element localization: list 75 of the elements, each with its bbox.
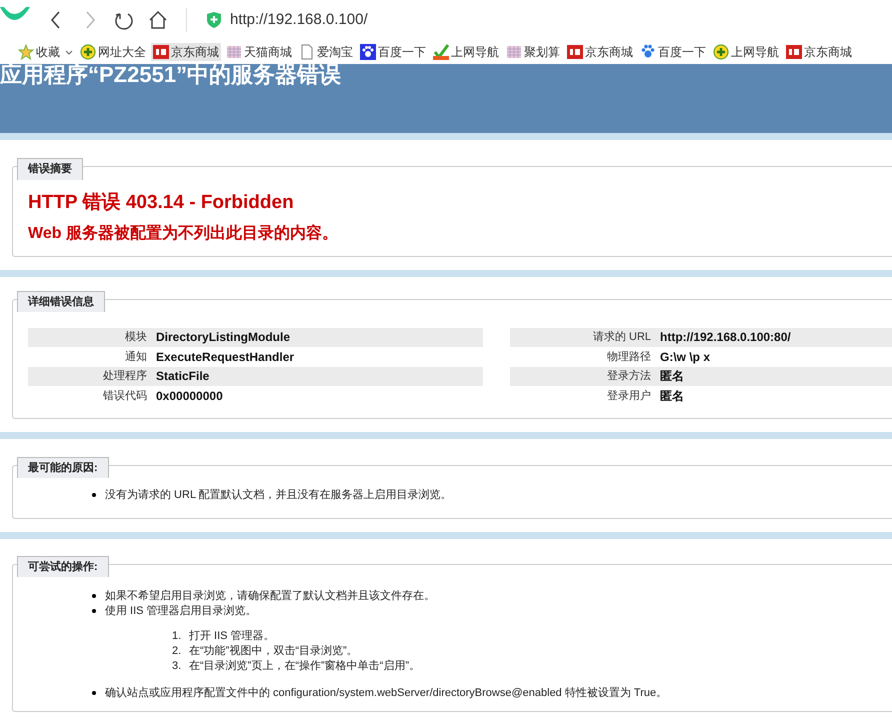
bookmark-link[interactable]: 收藏 xyxy=(16,43,75,61)
error-heading: HTTP 错误 403.14 - Forbidden xyxy=(28,191,295,215)
bookmark-link[interactable]: 爱淘宝 xyxy=(297,43,355,61)
section-legend: 最可能的原因: xyxy=(17,456,109,478)
cause-text: 没有为请求的 URL 配置默认文档，并且没有在服务器上启用目录浏览。 xyxy=(105,488,452,502)
grid-icon xyxy=(506,44,522,60)
bookmark-label: 京东商城 xyxy=(804,44,852,61)
step-number: 2. xyxy=(172,644,182,658)
page-icon xyxy=(299,44,315,60)
step-number: 1. xyxy=(172,628,182,644)
bullet-icon xyxy=(92,594,96,598)
bookmark-link[interactable]: 天猫商城 xyxy=(224,43,294,61)
section-legend: 错误摘要 xyxy=(17,158,83,180)
plus-circle-icon xyxy=(713,44,729,60)
detail-label: 通知 xyxy=(124,350,148,364)
bullet-icon xyxy=(92,609,96,613)
paw-icon xyxy=(360,44,376,60)
step-text: 在“功能”视图中，双击“目录浏览”。 xyxy=(189,644,358,658)
action-text: 确认站点或应用程序配置文件中的 configuration/system.webServer/directoryBrowse@enabled 特性被设置为 True。 xyxy=(105,686,668,700)
bookmark-label: 网址大全 xyxy=(98,44,146,61)
bookmark-label: 爱淘宝 xyxy=(317,44,353,61)
home-icon[interactable] xyxy=(148,10,168,30)
bookmark-label: 上网导航 xyxy=(731,44,779,61)
bookmark-label: 聚划算 xyxy=(524,44,560,61)
detail-value: 匿名 xyxy=(660,388,684,405)
bookmark-label: 上网导航 xyxy=(451,44,499,61)
bookmark-link[interactable]: 上网导航 xyxy=(711,43,781,61)
bookmark-link[interactable]: 京东商城 xyxy=(565,43,635,61)
bookmark-link[interactable]: 网址大全 xyxy=(78,43,148,61)
detail-label: 物理路径 xyxy=(606,350,652,364)
bookmark-link[interactable]: 聚划算 xyxy=(504,43,562,61)
caret-icon xyxy=(65,50,73,54)
action-text: 如果不希望启用目录浏览，请确保配置了默认文档并且该文件存在。 xyxy=(105,588,435,604)
detail-value: http://192.168.0.100:80/ xyxy=(660,329,791,346)
detail-label: 错误代码 xyxy=(102,388,148,404)
error-message: Web 服务器被配置为不列出此目录的内容。 xyxy=(28,223,339,244)
address-field[interactable]: http://192.168.0.100/ xyxy=(230,8,368,32)
detail-value: G:\w \p x xyxy=(660,348,710,366)
bookmark-label: 百度一下 xyxy=(378,44,426,61)
step-number: 3. xyxy=(172,658,182,674)
bookmark-label: 京东商城 xyxy=(171,44,219,61)
section-legend: 详细错误信息 xyxy=(17,290,105,312)
detail-value: StaticFile xyxy=(156,368,210,386)
detail-label: 登录用户 xyxy=(606,388,652,404)
step-text: 在“目录浏览”页上，在“操作”窗格中单击“启用”。 xyxy=(189,658,420,674)
section-legend: 可尝试的操作: xyxy=(17,556,109,577)
plus-circle-icon xyxy=(80,44,96,60)
detail-value: 0x00000000 xyxy=(156,388,223,405)
star-icon xyxy=(18,44,34,60)
bookmark-link[interactable]: 京东商城 xyxy=(784,43,854,61)
bookmark-link[interactable]: 百度一下 xyxy=(358,43,428,61)
detail-label: 模块 xyxy=(124,330,148,345)
action-text: 使用 IIS 管理器启用目录浏览。 xyxy=(105,604,257,618)
bookmark-link[interactable]: 上网导航 xyxy=(431,43,501,61)
detail-value: ExecuteRequestHandler xyxy=(156,348,294,366)
bookmark-label: 天猫商城 xyxy=(244,44,292,61)
detail-value: DirectoryListingModule xyxy=(156,329,290,346)
bullet-icon xyxy=(92,492,96,497)
detail-label: 请求的 URL xyxy=(592,330,652,345)
bookmark-label: 京东商城 xyxy=(585,44,633,61)
check-icon xyxy=(433,44,449,60)
paw-icon xyxy=(640,44,656,60)
detail-label: 处理程序 xyxy=(102,368,148,384)
detail-label: 登录方法 xyxy=(606,368,652,384)
browser-logo-icon xyxy=(0,7,30,21)
page-title: 应用程序“PZ2551”中的服务器错误 xyxy=(0,62,342,88)
bookmark-link[interactable]: 百度一下 xyxy=(638,43,708,61)
detail-value: 匿名 xyxy=(660,368,684,386)
grid-icon xyxy=(226,44,242,60)
bookmark-link[interactable]: 京东商城 xyxy=(151,43,221,61)
shield-icon xyxy=(207,12,221,28)
bookmark-label: 百度一下 xyxy=(658,44,706,61)
bullet-icon xyxy=(92,691,96,695)
bookmark-label: 收藏 xyxy=(36,44,60,61)
step-text: 打开 IIS 管理器。 xyxy=(189,628,275,644)
